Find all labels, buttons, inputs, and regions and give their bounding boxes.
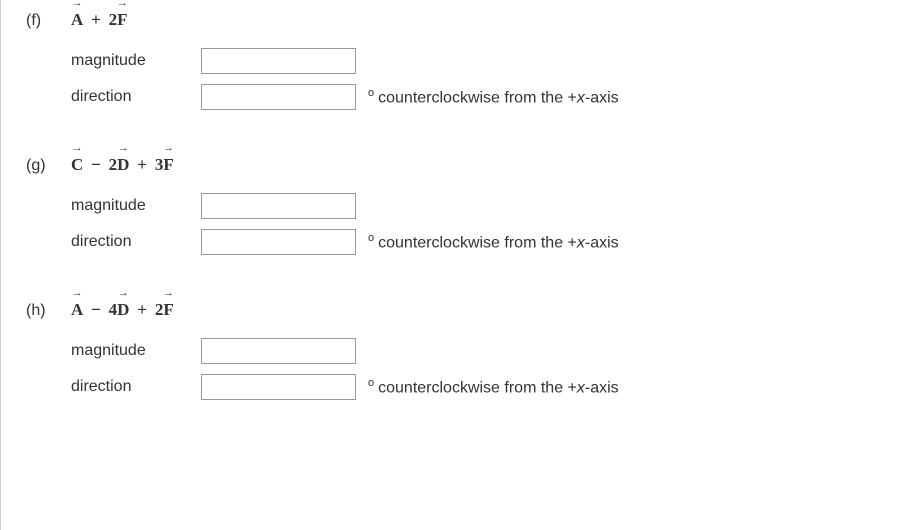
direction-label: direction xyxy=(71,378,201,396)
problem-h: (h) A − 4D + 2F magnitude direction ocou… xyxy=(21,300,877,400)
problem-header: (f) A + 2F xyxy=(21,10,877,30)
degree-icon: o xyxy=(368,377,374,389)
degree-icon: o xyxy=(368,87,374,99)
magnitude-row: magnitude xyxy=(71,48,877,74)
problem-g: (g) C − 2D + 3F magnitude direction ocou… xyxy=(21,155,877,255)
direction-input[interactable] xyxy=(201,84,356,110)
degree-icon: o xyxy=(368,232,374,244)
magnitude-row: magnitude xyxy=(71,193,877,219)
direction-suffix: ocounterclockwise from the +x-axis xyxy=(368,232,619,252)
magnitude-label: magnitude xyxy=(71,197,201,215)
direction-row: direction ocounterclockwise from the +x-… xyxy=(71,374,877,400)
problem-label: (g) xyxy=(21,157,71,175)
direction-suffix: ocounterclockwise from the +x-axis xyxy=(368,377,619,397)
magnitude-input[interactable] xyxy=(201,193,356,219)
problem-header: (g) C − 2D + 3F xyxy=(21,155,877,175)
problem-header: (h) A − 4D + 2F xyxy=(21,300,877,320)
magnitude-input[interactable] xyxy=(201,338,356,364)
magnitude-label: magnitude xyxy=(71,342,201,360)
direction-row: direction ocounterclockwise from the +x-… xyxy=(71,84,877,110)
direction-suffix: ocounterclockwise from the +x-axis xyxy=(368,87,619,107)
direction-input[interactable] xyxy=(201,229,356,255)
magnitude-row: magnitude xyxy=(71,338,877,364)
problem-label: (h) xyxy=(21,302,71,320)
vector-expression: A + 2F xyxy=(71,10,128,30)
direction-input[interactable] xyxy=(201,374,356,400)
magnitude-input[interactable] xyxy=(201,48,356,74)
direction-label: direction xyxy=(71,233,201,251)
vector-expression: A − 4D + 2F xyxy=(71,300,174,320)
problem-label: (f) xyxy=(21,12,71,30)
direction-row: direction ocounterclockwise from the +x-… xyxy=(71,229,877,255)
problem-f: (f) A + 2F magnitude direction ocounterc… xyxy=(21,10,877,110)
direction-label: direction xyxy=(71,88,201,106)
magnitude-label: magnitude xyxy=(71,52,201,70)
vector-expression: C − 2D + 3F xyxy=(71,155,174,175)
